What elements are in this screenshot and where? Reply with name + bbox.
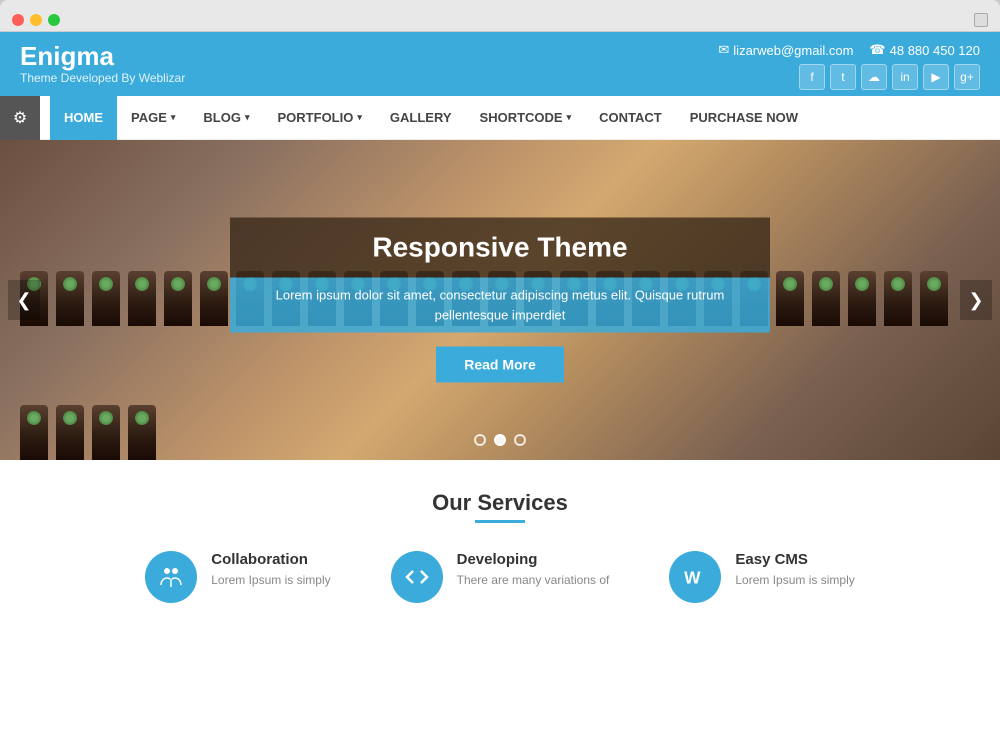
knob (848, 271, 876, 326)
shortcode-arrow: ▾ (567, 112, 572, 123)
developing-desc: There are many variations of (457, 572, 610, 589)
site-branding: Enigma Theme Developed By Weblizar (20, 42, 185, 85)
contact-info: ✉ lizarweb@gmail.com ☎ 48 880 450 120 (718, 42, 980, 58)
knob (884, 271, 912, 326)
header-right: ✉ lizarweb@gmail.com ☎ 48 880 450 120 f … (718, 42, 980, 90)
social-icons: f t ☁ in ▶ g+ (718, 64, 980, 90)
site-title: Enigma (20, 42, 185, 71)
knob (920, 271, 948, 326)
hero-dot-2[interactable] (494, 434, 506, 446)
portfolio-arrow: ▾ (357, 112, 362, 123)
header-top: Enigma Theme Developed By Weblizar ✉ liz… (0, 32, 1000, 96)
gear-icon: ⚙ (13, 108, 27, 128)
social-youtube[interactable]: ▶ (923, 64, 949, 90)
social-google[interactable]: g+ (954, 64, 980, 90)
collaboration-icon (145, 551, 197, 603)
browser-expand[interactable] (974, 13, 988, 27)
developing-icon (391, 551, 443, 603)
knob (92, 271, 120, 326)
collaboration-info: Collaboration Lorem Ipsum is simply (211, 551, 330, 589)
hero-dot-3[interactable] (514, 434, 526, 446)
page-arrow: ▾ (171, 112, 176, 123)
knob (92, 405, 120, 460)
cms-info: Easy CMS Lorem Ipsum is simply (735, 551, 854, 589)
service-collaboration: Collaboration Lorem Ipsum is simply (145, 551, 330, 603)
nav-blog[interactable]: BLOG ▾ (189, 96, 263, 140)
knob (20, 405, 48, 460)
nav-home[interactable]: HOME (50, 96, 117, 140)
service-cms: W Easy CMS Lorem Ipsum is simply (669, 551, 854, 603)
browser-dot-green[interactable] (48, 14, 60, 26)
hero-next-button[interactable]: ❯ (960, 280, 992, 320)
hero-prev-button[interactable]: ❮ (8, 280, 40, 320)
hero-title: Responsive Theme (260, 232, 740, 264)
svg-text:W: W (685, 568, 702, 588)
knob (164, 271, 192, 326)
knob (128, 405, 156, 460)
social-cloud[interactable]: ☁ (861, 64, 887, 90)
collaboration-name: Collaboration (211, 551, 330, 568)
hero-title-box: Responsive Theme (230, 218, 770, 278)
hero-subtitle: Lorem ipsum dolor sit amet, consectetur … (260, 286, 740, 325)
hero-subtitle-box: Lorem ipsum dolor sit amet, consectetur … (230, 278, 770, 333)
email-address: lizarweb@gmail.com (733, 43, 853, 58)
social-twitter[interactable]: t (830, 64, 856, 90)
knob (56, 271, 84, 326)
cms-desc: Lorem Ipsum is simply (735, 572, 854, 589)
navbar: ⚙ HOME PAGE ▾ BLOG ▾ PORTFOLIO ▾ GALLERY… (0, 96, 1000, 140)
nav-portfolio[interactable]: PORTFOLIO ▾ (264, 96, 376, 140)
services-underline (475, 520, 525, 523)
hero-dot-1[interactable] (474, 434, 486, 446)
cms-icon: W (669, 551, 721, 603)
phone-icon: ☎ (869, 42, 885, 58)
browser-dot-red[interactable] (12, 14, 24, 26)
email-icon: ✉ (718, 42, 729, 58)
social-facebook[interactable]: f (799, 64, 825, 90)
nav-gallery[interactable]: GALLERY (376, 96, 466, 140)
cms-name: Easy CMS (735, 551, 854, 568)
nav-page[interactable]: PAGE ▾ (117, 96, 189, 140)
site-tagline: Theme Developed By Weblizar (20, 71, 185, 85)
hero-content: Responsive Theme Lorem ipsum dolor sit a… (230, 218, 770, 383)
email-info: ✉ lizarweb@gmail.com (718, 42, 853, 58)
nav-contact[interactable]: CONTACT (585, 96, 676, 140)
phone-number: 48 880 450 120 (890, 43, 980, 58)
nav-items: HOME PAGE ▾ BLOG ▾ PORTFOLIO ▾ GALLERY S… (40, 96, 812, 140)
nav-purchase[interactable]: PURCHASE NOW (676, 96, 812, 140)
services-grid: Collaboration Lorem Ipsum is simply Deve… (40, 551, 960, 603)
knob (776, 271, 804, 326)
blog-arrow: ▾ (245, 112, 250, 123)
developing-info: Developing There are many variations of (457, 551, 610, 589)
developing-name: Developing (457, 551, 610, 568)
services-section: Our Services Collaboration Lorem Ipsum i… (0, 460, 1000, 623)
knob (128, 271, 156, 326)
hero-read-more-button[interactable]: Read More (436, 347, 564, 383)
nav-shortcode[interactable]: SHORTCODE ▾ (466, 96, 586, 140)
collaboration-desc: Lorem Ipsum is simply (211, 572, 330, 589)
phone-info: ☎ 48 880 450 120 (869, 42, 980, 58)
browser-chrome (0, 0, 1000, 32)
browser-dot-yellow[interactable] (30, 14, 42, 26)
social-linkedin[interactable]: in (892, 64, 918, 90)
services-title: Our Services (40, 490, 960, 516)
knob (812, 271, 840, 326)
hero-slider: ❮ ❯ Responsive Theme Lorem ipsum dolor s… (0, 140, 1000, 460)
hero-dots (474, 434, 526, 446)
knob (200, 271, 228, 326)
service-developing: Developing There are many variations of (391, 551, 610, 603)
settings-button[interactable]: ⚙ (0, 96, 40, 140)
knob (56, 405, 84, 460)
website: Enigma Theme Developed By Weblizar ✉ liz… (0, 32, 1000, 738)
